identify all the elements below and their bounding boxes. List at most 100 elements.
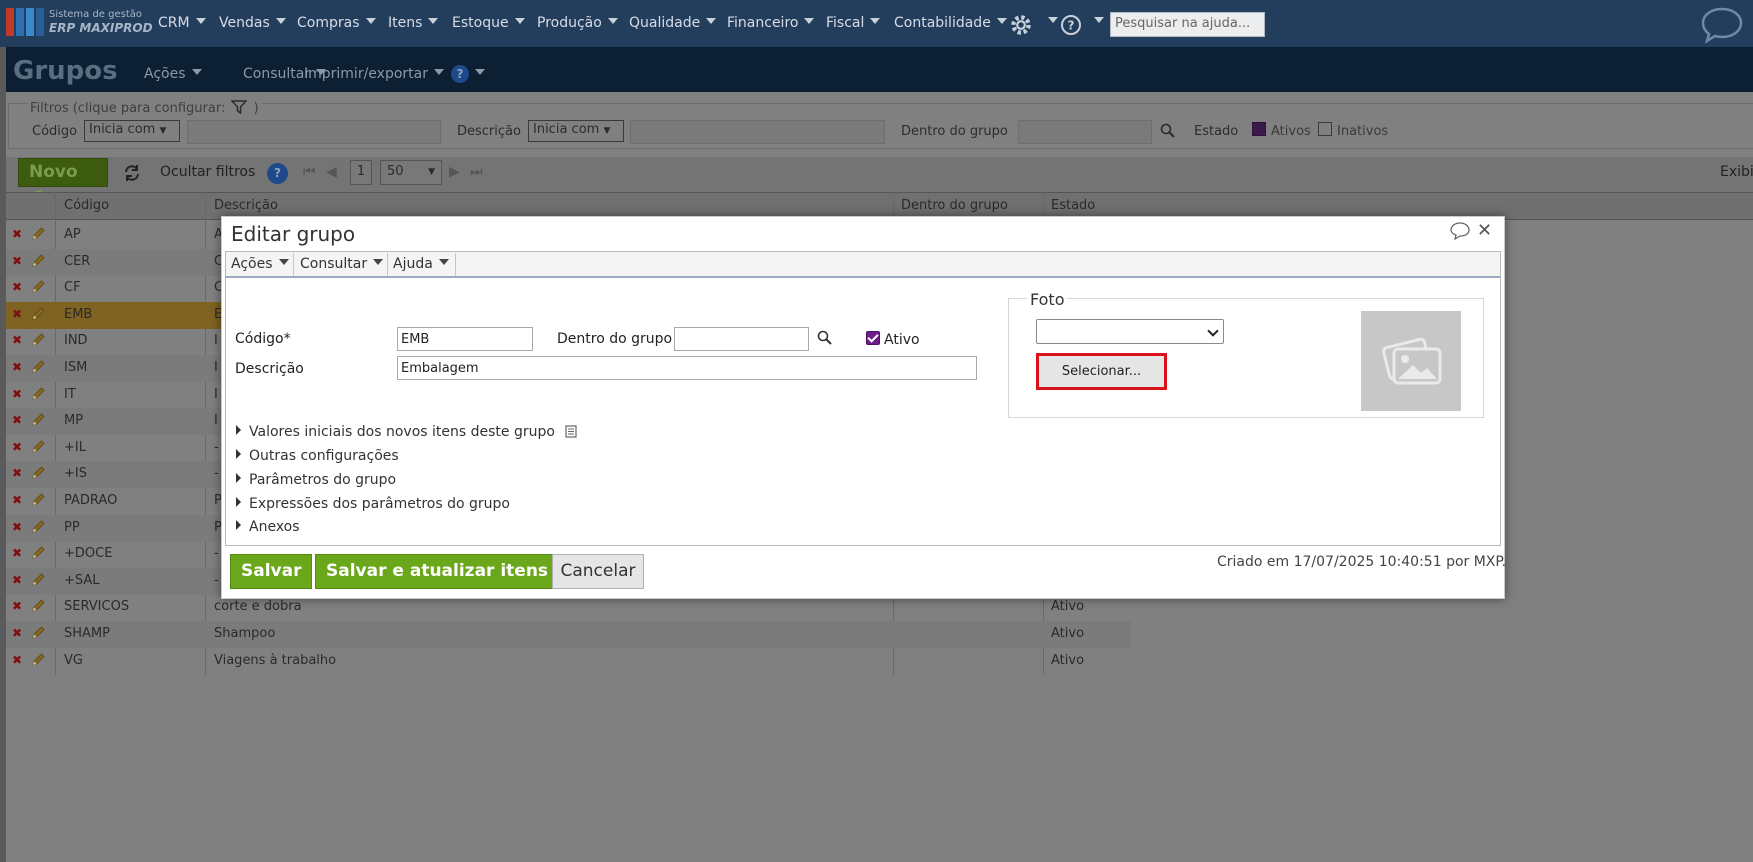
- pencil-icon[interactable]: [30, 652, 46, 668]
- refresh-icon[interactable]: [123, 164, 141, 182]
- chat-bubble-icon[interactable]: [1700, 6, 1744, 44]
- funnel-icon[interactable]: [230, 100, 249, 115]
- pencil-icon[interactable]: [30, 306, 46, 322]
- last-page-icon[interactable]: ⏭: [470, 164, 483, 180]
- pencil-icon[interactable]: [30, 465, 46, 481]
- delete-icon[interactable]: ✖: [12, 653, 22, 667]
- first-page-icon[interactable]: ⏮: [303, 164, 316, 180]
- menu-compras[interactable]: Compras: [297, 15, 376, 31]
- filter-ativos-checkbox[interactable]: [1252, 122, 1266, 136]
- salvar-button[interactable]: Salvar: [230, 554, 313, 589]
- help-circle-icon[interactable]: ?: [1060, 14, 1082, 36]
- expander-expressoes[interactable]: Expressões dos parâmetros do grupo: [236, 496, 510, 512]
- prev-page-icon[interactable]: ◀: [326, 164, 337, 180]
- dentro-grupo-field[interactable]: [674, 327, 809, 351]
- delete-icon[interactable]: ✖: [12, 307, 22, 321]
- menu-contabilidade[interactable]: Contabilidade: [894, 15, 1007, 31]
- filter-descricao-mode-select[interactable]: Inicia com ▼: [528, 120, 624, 142]
- menu-itens[interactable]: Itens: [388, 15, 439, 31]
- pencil-icon[interactable]: [30, 412, 46, 428]
- header-help-button[interactable]: ?: [451, 65, 485, 83]
- selecionar-button[interactable]: Selecionar...: [1036, 353, 1167, 390]
- expander-parametros[interactable]: Parâmetros do grupo: [236, 472, 396, 488]
- menu-vendas[interactable]: Vendas: [219, 15, 286, 31]
- delete-icon[interactable]: ✖: [12, 573, 22, 587]
- delete-icon[interactable]: ✖: [12, 599, 22, 613]
- column-header-estado[interactable]: Estado: [1051, 198, 1095, 213]
- pencil-icon[interactable]: [30, 439, 46, 455]
- expander-outras-configuracoes[interactable]: Outras configurações: [236, 448, 399, 464]
- filter-codigo-input[interactable]: [187, 120, 441, 144]
- pencil-icon[interactable]: [30, 598, 46, 614]
- pencil-icon[interactable]: [30, 572, 46, 588]
- delete-icon[interactable]: ✖: [12, 546, 22, 560]
- salvar-atualizar-itens-button[interactable]: Salvar e atualizar itens: [315, 554, 560, 589]
- document-icon[interactable]: [565, 425, 577, 438]
- delete-icon[interactable]: ✖: [12, 280, 22, 294]
- menu-qualidade[interactable]: Qualidade: [629, 15, 717, 31]
- delete-icon[interactable]: ✖: [12, 626, 22, 640]
- pencil-icon[interactable]: [30, 519, 46, 535]
- table-row[interactable]: ✖ SHAMP Shampoo Ativo: [6, 621, 1131, 648]
- gear-icon[interactable]: [1008, 12, 1034, 38]
- ocultar-filtros-button[interactable]: Ocultar filtros: [160, 164, 255, 180]
- pencil-icon[interactable]: [30, 625, 46, 641]
- page-size-select[interactable]: 50 ▼: [380, 160, 442, 185]
- search-icon[interactable]: [1160, 123, 1175, 138]
- comment-icon[interactable]: [1450, 222, 1470, 240]
- filter-inativos-checkbox[interactable]: [1318, 122, 1332, 136]
- dialog-menu-consultar[interactable]: Consultar: [300, 256, 384, 272]
- foto-select[interactable]: [1036, 319, 1224, 344]
- menu-financeiro[interactable]: Financeiro: [727, 15, 815, 31]
- descricao-field[interactable]: [397, 356, 977, 380]
- column-header-dentro[interactable]: Dentro do grupo: [901, 198, 1008, 213]
- delete-icon[interactable]: ✖: [12, 413, 22, 427]
- delete-icon[interactable]: ✖: [12, 387, 22, 401]
- table-row[interactable]: ✖ VG Viagens à trabalho Ativo: [6, 648, 1131, 675]
- delete-icon[interactable]: ✖: [12, 520, 22, 534]
- novo-button[interactable]: Novo ▼: [18, 158, 108, 200]
- close-icon[interactable]: ✕: [1477, 220, 1492, 241]
- maxiprod-logo-icon[interactable]: [6, 8, 44, 36]
- filter-codigo-mode-select[interactable]: Inicia com ▼: [84, 120, 180, 142]
- delete-icon[interactable]: ✖: [12, 254, 22, 268]
- dialog-menu-ajuda[interactable]: Ajuda: [393, 256, 449, 272]
- settings-dropdown[interactable]: [1042, 15, 1058, 30]
- menu-crm[interactable]: CRM: [158, 15, 206, 31]
- grid-help-button[interactable]: ?: [267, 163, 288, 184]
- header-menu-acoes[interactable]: Ações: [144, 66, 202, 82]
- menu-estoque[interactable]: Estoque: [452, 15, 525, 31]
- cancelar-button[interactable]: Cancelar: [552, 554, 644, 589]
- menu-producao[interactable]: Produção: [537, 15, 618, 31]
- pencil-icon[interactable]: [30, 386, 46, 402]
- delete-icon[interactable]: ✖: [12, 360, 22, 374]
- pencil-icon[interactable]: [30, 359, 46, 375]
- filter-dentro-input[interactable]: [1018, 120, 1152, 144]
- expander-valores-iniciais[interactable]: Valores iniciais dos novos itens deste g…: [236, 424, 577, 440]
- column-header-codigo[interactable]: Código: [64, 198, 109, 213]
- delete-icon[interactable]: ✖: [12, 440, 22, 454]
- expander-anexos[interactable]: Anexos: [236, 519, 300, 535]
- delete-icon[interactable]: ✖: [12, 493, 22, 507]
- ativo-checkbox[interactable]: [866, 331, 880, 345]
- help-search-input[interactable]: Pesquisar na ajuda...: [1110, 12, 1265, 37]
- delete-icon[interactable]: ✖: [12, 466, 22, 480]
- filter-descricao-input[interactable]: [630, 120, 885, 144]
- pencil-icon[interactable]: [30, 253, 46, 269]
- pencil-icon[interactable]: [30, 332, 46, 348]
- delete-icon[interactable]: ✖: [12, 333, 22, 347]
- page-number-input[interactable]: 1: [350, 160, 372, 185]
- next-page-icon[interactable]: ▶: [449, 164, 460, 180]
- pencil-icon[interactable]: [30, 226, 46, 242]
- filters-legend[interactable]: Filtros (clique para configurar: ): [28, 100, 261, 116]
- pencil-icon[interactable]: [30, 492, 46, 508]
- header-menu-imprimir[interactable]: Imprimir/exportar: [304, 66, 444, 82]
- column-header-descricao[interactable]: Descrição: [214, 198, 278, 213]
- help-dropdown[interactable]: [1088, 15, 1104, 30]
- pencil-icon[interactable]: [30, 279, 46, 295]
- menu-fiscal[interactable]: Fiscal: [826, 15, 881, 31]
- delete-icon[interactable]: ✖: [12, 227, 22, 241]
- pencil-icon[interactable]: [30, 545, 46, 561]
- dialog-menu-acoes[interactable]: Ações: [231, 256, 289, 272]
- codigo-field[interactable]: [397, 327, 533, 351]
